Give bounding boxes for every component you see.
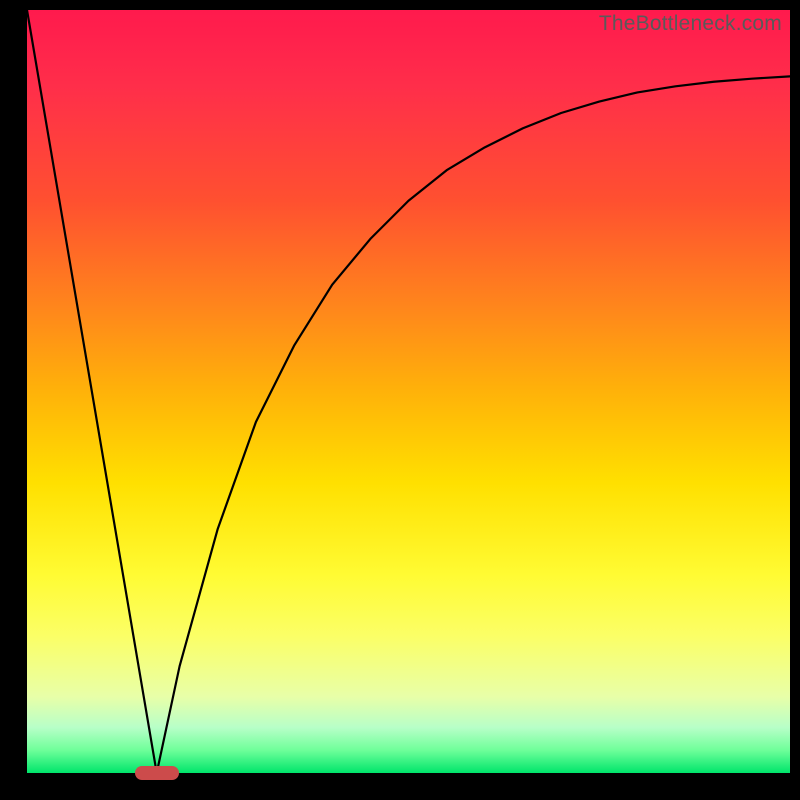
plot-area: TheBottleneck.com [27, 10, 790, 773]
bottleneck-curve [27, 10, 790, 773]
chart-frame: TheBottleneck.com [0, 0, 800, 800]
minimum-marker [135, 766, 179, 780]
